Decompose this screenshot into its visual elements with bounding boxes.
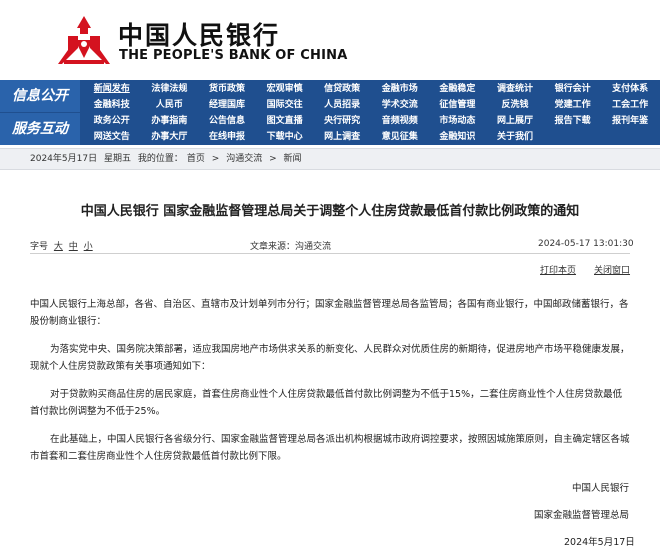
nav-item[interactable]: 公告信息 [199,113,255,129]
close-window-link[interactable]: 关闭窗口 [594,263,630,276]
font-size-controls: 字号 大 中 小 [30,239,93,252]
breadcrumb: 2024年5月17日 星期五 我的位置： 首页 > 沟通交流 > 新闻 [0,148,660,170]
nav-item[interactable]: 政务公开 [84,113,140,129]
nav-item[interactable]: 调查统计 [487,81,543,97]
nav-item[interactable]: 学术交流 [372,97,428,113]
nav-item[interactable]: 意见征集 [372,129,428,145]
article-paragraph: 在此基础上，中国人民银行各省级分行、国家金融监督管理总局各派出机构根据城市政府调… [30,434,630,462]
article-title: 中国人民银行 国家金融监督管理总局关于调整个人住房贷款最低首付款比例政策的通知 [80,204,580,219]
divider [30,253,630,254]
site-header: 中国人民银行 THE PEOPLE'S BANK OF CHINA [0,0,660,80]
source-label: 文章来源： [250,242,296,252]
nav-item[interactable]: 宏观审慎 [257,81,313,97]
site-title-cn[interactable]: 中国人民银行 [118,16,280,52]
article-paragraph: 中国人民银行上海总部，各省、自治区、直辖市及计划单列市分行；国家金融监督管理总局… [30,299,629,327]
signature-date: 2024年5月17日 [564,537,635,548]
nav-item[interactable]: 法律法规 [142,81,198,97]
nav-item[interactable]: 党建工作 [545,97,601,113]
nav-item[interactable]: 金融市场 [372,81,428,97]
nav-item[interactable]: 央行研究 [314,113,370,129]
nav-item[interactable]: 市场动态 [430,113,486,129]
nav-item[interactable]: 新闻发布 [84,81,140,97]
site-title-en: THE PEOPLE'S BANK OF CHINA [119,48,348,63]
breadcrumb-prefix: 我的位置： [137,154,183,164]
print-page-link[interactable]: 打印本页 [540,263,576,276]
breadcrumb-date: 2024年5月17日 [30,154,98,164]
nav-item[interactable]: 网送文告 [84,129,140,145]
font-size-medium-link[interactable]: 中 [69,242,78,252]
nav-item[interactable]: 支付体系 [602,81,658,97]
nav-item[interactable]: 在线申报 [199,129,255,145]
nav-item[interactable]: 网上调查 [314,129,370,145]
nav-item[interactable]: 人民币 [142,97,198,113]
signatory-nfra: 国家金融监督管理总局 [534,510,630,521]
nav-item[interactable]: 下载中心 [257,129,313,145]
nav-side-labels: 信息公开 服务互动 [0,80,80,145]
breadcrumb-separator: > [269,154,277,164]
nav-item[interactable]: 网上展厅 [487,113,543,129]
nav-item[interactable]: 金融稳定 [430,81,486,97]
font-size-label: 字号 [30,242,49,252]
breadcrumb-section-link[interactable]: 沟通交流 [226,154,262,164]
article-paragraph: 对于贷款购买商品住房的居民家庭，首套住房商业性个人住房贷款最低首付款比例调整为不… [30,389,623,417]
breadcrumb-current[interactable]: 新闻 [284,154,302,164]
article-paragraph: 为落实党中央、国务院决策部署，适应我国房地产市场供求关系的新变化、人民群众对优质… [30,344,630,372]
nav-item[interactable]: 工会工作 [602,97,658,113]
nav-section-service-interact[interactable]: 服务互动 [0,113,80,145]
nav-item[interactable]: 金融知识 [430,129,486,145]
pboc-logo-icon[interactable] [58,14,110,66]
nav-item[interactable]: 金融科技 [84,97,140,113]
nav-section-info-public[interactable]: 信息公开 [0,80,80,112]
nav-item[interactable]: 音频视频 [372,113,428,129]
article-source: 文章来源：沟通交流 [250,239,331,252]
source-value: 沟通交流 [295,242,332,252]
nav-item[interactable]: 办事大厅 [142,129,198,145]
nav-item[interactable]: 图文直播 [257,113,313,129]
font-size-small-link[interactable]: 小 [84,242,93,252]
nav-item[interactable]: 报刊年鉴 [602,113,658,129]
nav-item[interactable]: 经理国库 [199,97,255,113]
signatory-pboc: 中国人民银行 [572,483,630,494]
breadcrumb-home-link[interactable]: 首页 [187,154,205,164]
nav-item[interactable]: 报告下载 [545,113,601,129]
nav-item[interactable]: 反洗钱 [487,97,543,113]
nav-item[interactable]: 办事指南 [142,113,198,129]
font-size-large-link[interactable]: 大 [54,242,63,252]
breadcrumb-separator: > [211,154,220,164]
nav-item[interactable]: 货币政策 [199,81,255,97]
nav-item[interactable]: 关于我们 [487,129,543,145]
nav-item[interactable]: 国际交往 [257,97,313,113]
nav-item[interactable]: 人员招录 [314,97,370,113]
nav-item[interactable]: 信贷政策 [314,81,370,97]
breadcrumb-weekday: 星期五 [103,154,131,164]
nav-item[interactable]: 银行会计 [545,81,601,97]
main-nav: 信息公开 服务互动 新闻发布 法律法规 货币政策 宏观审慎 信贷政策 金融市场 金融稳定 调查… [0,80,660,145]
nav-item[interactable]: 征信管理 [430,97,486,113]
article-datetime: 2024-05-17 13:01:30 [538,239,634,249]
